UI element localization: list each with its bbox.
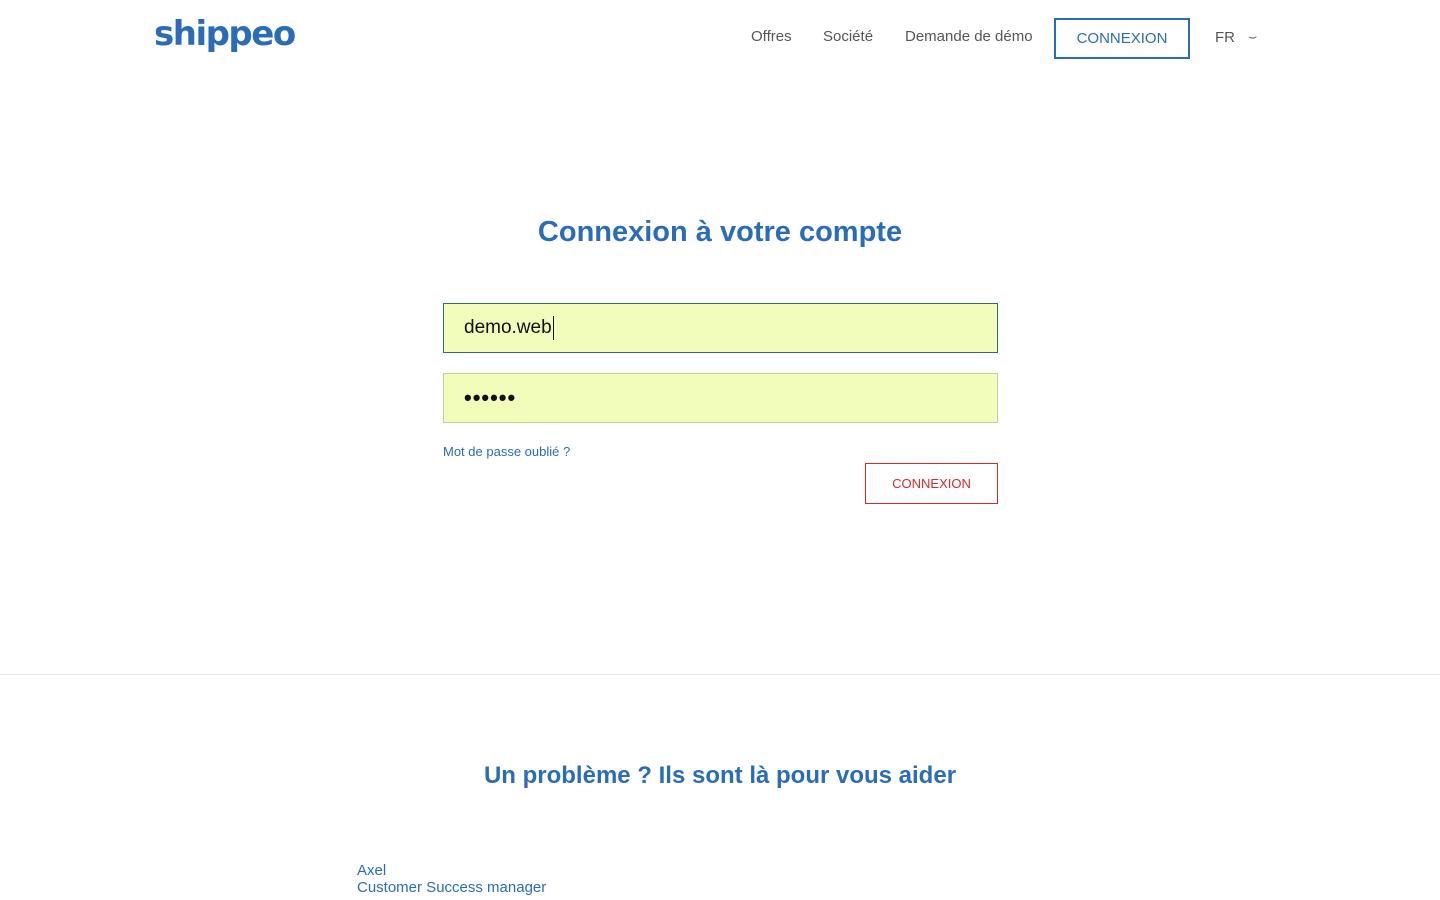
- nav-link-societe[interactable]: Société: [823, 28, 873, 45]
- chevron-down-icon[interactable]: ⌣: [1248, 28, 1257, 45]
- language-selector[interactable]: FR: [1215, 29, 1235, 46]
- text-caret: [552, 316, 554, 340]
- username-value: demo.web: [464, 317, 552, 338]
- site-header: shippeo Offres Société Demande de démo C…: [0, 0, 1440, 76]
- password-value: ••••••: [464, 385, 517, 410]
- contact-name: Axel: [357, 862, 387, 879]
- help-title: Un problème ? Ils sont là pour vous aide…: [483, 762, 957, 789]
- password-field[interactable]: ••••••: [443, 373, 998, 423]
- nav-link-demo[interactable]: Demande de démo: [905, 28, 1033, 45]
- nav-link-offres[interactable]: Offres: [751, 28, 792, 45]
- header-connexion-button[interactable]: CONNEXION: [1054, 18, 1190, 59]
- shippeo-logo[interactable]: shippeo: [154, 14, 296, 54]
- section-divider: [0, 674, 1440, 675]
- contact-role: Customer Success manager: [357, 879, 547, 896]
- username-field[interactable]: demo.web: [443, 303, 998, 353]
- login-submit-button[interactable]: CONNEXION: [865, 463, 998, 504]
- forgot-password-link[interactable]: Mot de passe oublié ?: [443, 444, 570, 459]
- login-title: Connexion à votre compte: [537, 216, 903, 248]
